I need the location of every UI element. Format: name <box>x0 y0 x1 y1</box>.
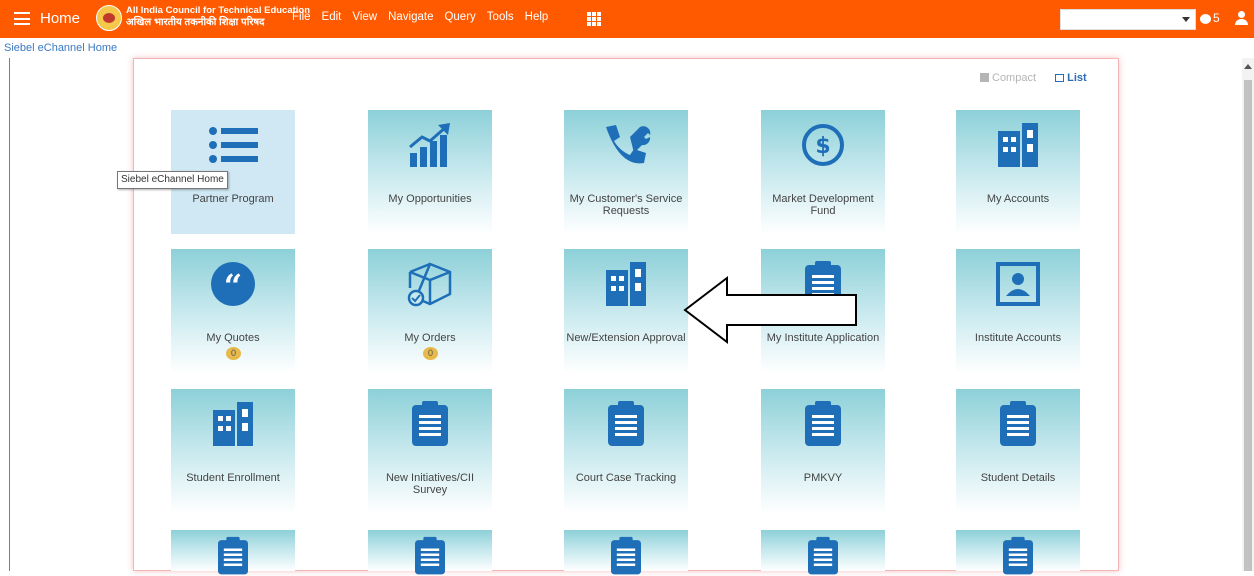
tile-label: My Customer's Service Requests <box>569 193 683 217</box>
box-icon <box>368 255 492 313</box>
apps-grid-icon[interactable] <box>587 12 601 26</box>
scroll-up-arrow-icon[interactable] <box>1244 64 1252 69</box>
clipboard-icon <box>761 536 885 576</box>
tile-label: New Initiatives/CII Survey <box>385 472 475 496</box>
tile-court-case-tracking[interactable]: Court Case Tracking <box>564 389 688 513</box>
tile-row4-5[interactable] <box>956 530 1080 571</box>
tile-label: My Orders <box>404 332 456 344</box>
top-header: Home All India Council for Technical Edu… <box>0 0 1254 38</box>
svg-text:$: $ <box>815 134 830 159</box>
menu-navigate[interactable]: Navigate <box>388 11 433 23</box>
tile-my-customers-service-requests[interactable]: My Customer's Service Requests <box>564 110 688 234</box>
tile-my-opportunities[interactable]: My Opportunities <box>368 110 492 234</box>
menu-file[interactable]: File <box>292 11 311 23</box>
hamburger-menu-icon[interactable] <box>14 12 30 25</box>
growth-chart-icon <box>368 116 492 174</box>
tile-new-extension-approval[interactable]: New/Extension Approval <box>564 249 688 373</box>
notifications-button[interactable]: 5 <box>1200 11 1220 25</box>
tile-label: PMKVY <box>803 472 843 484</box>
tile-row4-1[interactable] <box>171 530 295 571</box>
search-dropdown[interactable] <box>1060 9 1196 30</box>
org-name: All India Council for Technical Educatio… <box>126 5 310 29</box>
menu-tools[interactable]: Tools <box>487 11 514 23</box>
breadcrumb[interactable]: Siebel eChannel Home <box>4 42 117 54</box>
quotes-count-badge: 0 <box>226 347 241 360</box>
clipboard-icon <box>564 395 688 453</box>
notification-count: 5 <box>1213 11 1220 25</box>
orders-count-badge: 0 <box>423 347 438 360</box>
tile-label: My Accounts <box>986 193 1050 205</box>
tile-label: My Quotes <box>206 332 260 344</box>
tools-icon <box>564 116 688 174</box>
tile-student-enrollment[interactable]: Student Enrollment <box>171 389 295 513</box>
tile-my-accounts[interactable]: My Accounts <box>956 110 1080 234</box>
clipboard-icon <box>761 395 885 453</box>
menu-query[interactable]: Query <box>444 11 475 23</box>
view-toggle: Compact List <box>980 72 1087 84</box>
home-link[interactable]: Home <box>40 10 80 27</box>
tile-label: Partner Program <box>192 193 274 205</box>
tile-row4-2[interactable] <box>368 530 492 571</box>
menu-edit[interactable]: Edit <box>322 11 342 23</box>
chat-bubble-icon <box>1200 13 1211 24</box>
menu-view[interactable]: View <box>352 11 377 23</box>
aicte-logo-icon <box>96 5 122 31</box>
building-icon <box>171 395 295 453</box>
clipboard-icon <box>956 395 1080 453</box>
compact-view-button[interactable]: Compact <box>980 72 1036 84</box>
user-profile-icon[interactable] <box>1235 11 1248 25</box>
menu-help[interactable]: Help <box>525 11 549 23</box>
clipboard-icon <box>171 536 295 576</box>
list-icon <box>171 116 295 174</box>
tile-pmkvy[interactable]: PMKVY <box>761 389 885 513</box>
vertical-scrollbar[interactable] <box>1242 58 1254 571</box>
tile-market-development-fund[interactable]: $ Market Development Fund <box>761 110 885 234</box>
pointer-arrow-icon <box>683 275 857 345</box>
tooltip: Siebel eChannel Home <box>117 171 228 189</box>
left-border <box>9 58 10 571</box>
svg-text:“: “ <box>224 267 242 305</box>
tile-my-orders[interactable]: My Orders 0 <box>368 249 492 373</box>
tile-institute-accounts[interactable]: Institute Accounts <box>956 249 1080 373</box>
tile-row4-4[interactable] <box>761 530 885 571</box>
list-view-button[interactable]: List <box>1055 72 1087 84</box>
tile-row4-3[interactable] <box>564 530 688 571</box>
clipboard-icon <box>956 536 1080 576</box>
dollar-icon: $ <box>761 116 885 174</box>
clipboard-icon <box>368 536 492 576</box>
tile-my-quotes[interactable]: “ My Quotes 0 <box>171 249 295 373</box>
tile-label: Market Development Fund <box>772 193 874 217</box>
compact-grid-icon <box>980 73 989 82</box>
quote-icon: “ <box>171 255 295 313</box>
clipboard-icon <box>564 536 688 576</box>
org-name-english: All India Council for Technical Educatio… <box>126 5 311 16</box>
building-icon <box>956 116 1080 174</box>
tile-new-initiatives-cii-survey[interactable]: New Initiatives/CII Survey <box>368 389 492 513</box>
tile-label: Student Details <box>980 472 1056 484</box>
tile-label: Court Case Tracking <box>575 472 677 484</box>
tile-label: New/Extension Approval <box>566 332 686 344</box>
tile-student-details[interactable]: Student Details <box>956 389 1080 513</box>
contact-icon <box>956 255 1080 313</box>
list-table-icon <box>1055 74 1065 82</box>
clipboard-icon <box>368 395 492 453</box>
building-icon <box>564 255 688 313</box>
scroll-thumb[interactable] <box>1244 80 1252 571</box>
tile-label: Student Enrollment <box>186 472 280 484</box>
app-menu: File Edit View Navigate Query Tools Help <box>292 11 548 23</box>
dropdown-caret-icon <box>1182 17 1190 22</box>
org-name-hindi: अखिल भारतीय तकनीकी शिक्षा परिषद <box>126 17 265 28</box>
tile-label: My Opportunities <box>388 193 472 205</box>
tile-label: Institute Accounts <box>974 332 1062 344</box>
